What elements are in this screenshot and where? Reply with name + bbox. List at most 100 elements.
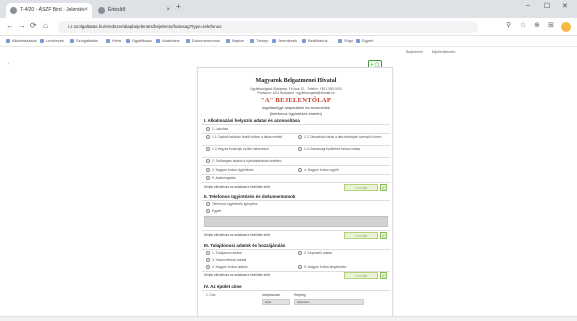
radio-icon[interactable]: [298, 265, 302, 269]
new-tab-button[interactable]: +: [176, 2, 181, 11]
input-field[interactable]: Házszám: [294, 299, 364, 305]
horizontal-scrollbar[interactable]: [0, 316, 577, 321]
input-field[interactable]: Utca: [262, 299, 290, 305]
radio-option[interactable]: 1. Lakóház: [206, 127, 382, 131]
radio-icon[interactable]: [206, 202, 210, 206]
link-bejelento[interactable]: Bejelentő: [406, 49, 423, 54]
option-label: 1. Tulajdonos adatai: [212, 251, 242, 255]
section-title: I. Alkalmazási helyszín adatai és azonos…: [204, 118, 300, 123]
radio-icon[interactable]: [298, 251, 302, 255]
maximize-button[interactable]: ☐: [544, 2, 550, 10]
forward-button[interactable]: →: [18, 21, 26, 30]
link-logout[interactable]: Kijelentkezés: [432, 49, 456, 54]
radio-option[interactable]: 1.4 Gazdasági épülethez tartozó lakás: [298, 147, 388, 151]
extensions-icon[interactable]: ⊕: [534, 21, 540, 29]
radio-icon[interactable]: [206, 127, 210, 131]
bookmark-item[interactable]: Ügyfélkapu: [126, 38, 152, 43]
bookmark-item[interactable]: Súgó: [338, 38, 353, 43]
radio-icon[interactable]: [206, 258, 210, 262]
radio-icon[interactable]: [206, 159, 210, 163]
radio-icon[interactable]: [206, 176, 210, 180]
bookmark-item[interactable]: Naptár: [226, 38, 244, 43]
bookmark-item[interactable]: Beállítások: [302, 38, 328, 43]
bookmark-label: Alkalmazások: [12, 38, 37, 43]
reload-button[interactable]: ⟳: [30, 21, 37, 30]
search-icon[interactable]: ⚲: [506, 21, 511, 29]
url-bar[interactable]: i.z.szolgaltatas.hu/rendszer/alapbejelen…: [58, 21, 478, 33]
text-area[interactable]: [204, 216, 388, 227]
option-label: 2. Képviselő adatai: [304, 251, 332, 255]
close-window-button[interactable]: ✕: [562, 2, 568, 10]
radio-option[interactable]: 1.3 Vegyes funkciójú épület lakásrésze: [206, 147, 294, 151]
section-note: Kérjük ellenőrizze az adatokat a beküldé…: [204, 185, 271, 189]
radio-option[interactable]: 4. Nagyon fontos adatok: [206, 265, 294, 269]
radio-icon[interactable]: [206, 209, 210, 213]
option-label: 4. Nagyon fontos adatok: [212, 265, 248, 269]
radio-option[interactable]: 3. Haszonélvező adatai: [206, 258, 382, 262]
side-collapse-icon[interactable]: ‹: [8, 61, 10, 67]
radio-icon[interactable]: [298, 147, 302, 151]
check-button[interactable]: ✓: [380, 232, 387, 239]
radio-option[interactable]: Egyéb: [206, 209, 382, 213]
top-links: Bejelentő Kijelentkezés: [406, 49, 463, 54]
tab-active[interactable]: T-4/20 - ÁSZF Bird - Jelentés ×: [6, 3, 92, 18]
divider: [202, 124, 390, 125]
radio-option[interactable]: 2. Képviselő adatai: [298, 251, 388, 255]
form-main-title: "A" BEJELENTŐLAP: [260, 97, 332, 104]
bookmark-icon: [40, 38, 44, 43]
radio-icon[interactable]: [206, 168, 210, 172]
bookmark-item[interactable]: Levelezés: [40, 38, 64, 43]
form-subtitle: ingatlanügyi alapadatok és azonosítók: [262, 105, 330, 110]
tab-inactive[interactable]: Értesítő ×: [94, 3, 174, 18]
radio-icon[interactable]: [206, 251, 210, 255]
check-button[interactable]: ✓: [380, 184, 387, 191]
divider: [202, 133, 390, 134]
option-label: 2. Szükséges adatok a nyilvántartásba vé…: [212, 159, 282, 163]
home-button[interactable]: ⌂: [43, 21, 48, 30]
close-tab-icon[interactable]: ×: [84, 3, 88, 18]
continue-button[interactable]: TOVÁBB: [344, 184, 378, 191]
apps-icon[interactable]: ⊞: [548, 21, 554, 29]
profile-avatar[interactable]: [561, 22, 571, 32]
radio-icon[interactable]: [206, 147, 210, 151]
radio-option[interactable]: 1.1 Családi lakóház önálló telken a laká…: [206, 135, 294, 139]
radio-icon[interactable]: [298, 168, 302, 172]
bookmark-item[interactable]: Hírek: [106, 38, 122, 43]
radio-option[interactable]: 4. Nagyon fontos egyéb: [298, 168, 388, 172]
minimize-button[interactable]: –: [526, 2, 530, 9]
radio-option[interactable]: 1. Tulajdonos adatai: [206, 251, 294, 255]
bookmark-item[interactable]: Egyéb: [356, 38, 373, 43]
divider: [202, 145, 390, 146]
divider: [202, 290, 390, 291]
radio-option[interactable]: 3. Nagyon fontos ügyintézés: [206, 168, 294, 172]
radio-option[interactable]: 2. Szükséges adatok a nyilvántartásba vé…: [206, 159, 382, 163]
bookmark-icon: [186, 38, 190, 43]
close-tab-icon[interactable]: ×: [166, 3, 170, 18]
radio-option[interactable]: 1.2 Társasházi lakás a lakcímkártyán sze…: [298, 135, 388, 139]
check-button[interactable]: ✓: [380, 272, 387, 279]
divider: [202, 249, 390, 250]
back-button[interactable]: ←: [6, 21, 14, 30]
bookmark-label: Levelezés: [46, 38, 65, 43]
bookmark-icon: [356, 38, 360, 43]
bookmark-item[interactable]: Térkép: [250, 38, 268, 43]
bookmark-item[interactable]: Adatbázis: [156, 38, 180, 43]
bookmark-item[interactable]: Jelentések: [272, 38, 297, 43]
continue-button[interactable]: TOVÁBB: [344, 232, 378, 239]
form-sheet: Magyarok Belgazmenei Hivatal Ügyfélszolg…: [197, 67, 393, 321]
bookmark-label: Súgó: [344, 38, 354, 43]
continue-button[interactable]: TOVÁBB: [344, 272, 378, 279]
radio-icon[interactable]: [298, 135, 302, 139]
radio-option[interactable]: 5. Nagyon fontos kiegészítés: [298, 265, 388, 269]
star-icon[interactable]: ☆: [520, 21, 526, 29]
radio-icon[interactable]: [206, 265, 210, 269]
bookmark-item[interactable]: Dokumentumok: [186, 38, 220, 43]
radio-icon[interactable]: [206, 135, 210, 139]
radio-option[interactable]: Telefonos ügyintézés igénylése: [206, 202, 382, 206]
bookmark-icon: [302, 38, 306, 43]
bookmark-item[interactable]: Szolgáltatás: [70, 38, 98, 43]
option-label: Telefonos ügyintézés igénylése: [212, 202, 258, 206]
bookmark-label: Térkép: [256, 38, 269, 43]
bookmark-item[interactable]: Alkalmazások: [6, 38, 37, 43]
radio-option[interactable]: 5. Adatmegadás: [206, 176, 382, 180]
